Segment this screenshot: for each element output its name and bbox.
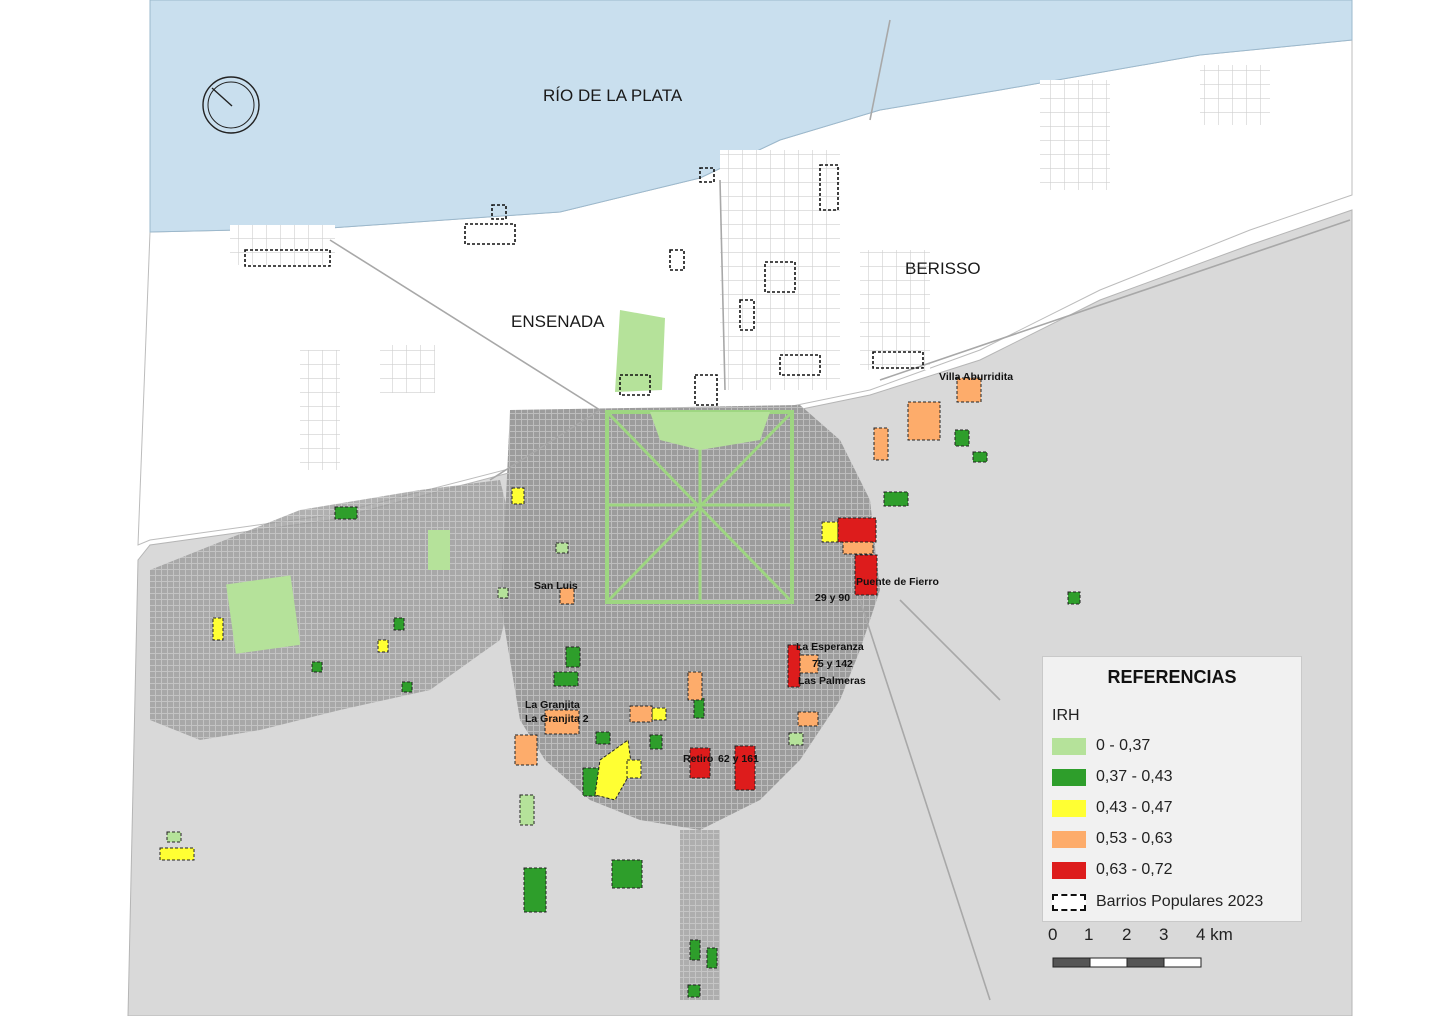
park-west xyxy=(226,575,301,654)
label-62-y-161: 62 y 161 xyxy=(718,753,759,765)
legend-item: 0,43 - 0,47 xyxy=(1052,798,1173,818)
label-berisso: BERISSO xyxy=(905,259,981,278)
label-la-granjita-2: La Granjita 2 xyxy=(525,713,589,725)
label-las-palmeras: Las Palmeras xyxy=(798,675,866,687)
label-ensenada: ENSENADA xyxy=(511,312,605,331)
legend-item-boundary: Barrios Populares 2023 xyxy=(1052,892,1263,912)
legend-swatch xyxy=(1052,737,1086,755)
label-75-y-142: 75 y 142 xyxy=(812,658,853,670)
legend-item-label: 0,53 - 0,63 xyxy=(1096,830,1173,847)
legend-swatch xyxy=(1052,768,1086,786)
legend-subtitle: IRH xyxy=(1052,707,1080,724)
legend-item-label: 0 - 0,37 xyxy=(1096,737,1151,754)
urban-south xyxy=(680,830,720,1000)
legend-item: 0,63 - 0,72 xyxy=(1052,860,1173,880)
legend-swatch xyxy=(1052,830,1086,848)
scale-bar-graphic xyxy=(1052,957,1202,968)
ensenada-grid-2 xyxy=(380,345,435,393)
park-ensenada xyxy=(615,310,665,392)
scale-tick: 3 xyxy=(1159,925,1169,944)
label-retiro: Retiro xyxy=(683,753,713,765)
scale-bar: 0 1 2 3 4 km xyxy=(1042,925,1242,975)
east-grid xyxy=(1040,80,1110,190)
ensenada-grid-3 xyxy=(300,350,340,470)
label-san-luis: San Luis xyxy=(534,580,578,592)
scale-tick: 1 xyxy=(1084,925,1094,944)
scale-tick: 2 xyxy=(1122,925,1132,944)
label-la-esperanza: La Esperanza xyxy=(796,641,864,653)
legend-item: 0,37 - 0,43 xyxy=(1052,767,1173,787)
legend-item: 0 - 0,37 xyxy=(1052,736,1150,756)
legend-item-label: 0,37 - 0,43 xyxy=(1096,768,1173,785)
legend-item: 0,53 - 0,63 xyxy=(1052,829,1173,849)
scale-tick: 4 km xyxy=(1196,925,1233,944)
label-villa-aburridita: Villa Aburridita xyxy=(939,371,1013,383)
label-29-y-90: 29 y 90 xyxy=(815,592,850,604)
legend-swatch xyxy=(1052,799,1086,817)
legend-boundary-label: Barrios Populares 2023 xyxy=(1096,893,1264,910)
east-grid-2 xyxy=(1200,65,1270,125)
label-puente-de-fierro: Puente de Fierro xyxy=(856,576,939,588)
berisso-grid-2 xyxy=(720,150,840,390)
legend-boundary-swatch xyxy=(1052,893,1086,911)
label-rio-de-la-plata: RÍO DE LA PLATA xyxy=(543,86,683,105)
legend-swatch xyxy=(1052,861,1086,879)
legend: REFERENCIAS IRH 0 - 0,37 0,37 - 0,43 0,4… xyxy=(1042,656,1302,922)
label-la-granjita: La Granjita xyxy=(525,699,580,711)
park-west-2 xyxy=(428,530,450,570)
legend-title: REFERENCIAS xyxy=(1107,667,1237,687)
legend-item-label: 0,43 - 0,47 xyxy=(1096,799,1173,816)
legend-item-label: 0,63 - 0,72 xyxy=(1096,861,1173,878)
scale-tick: 0 xyxy=(1048,925,1058,944)
